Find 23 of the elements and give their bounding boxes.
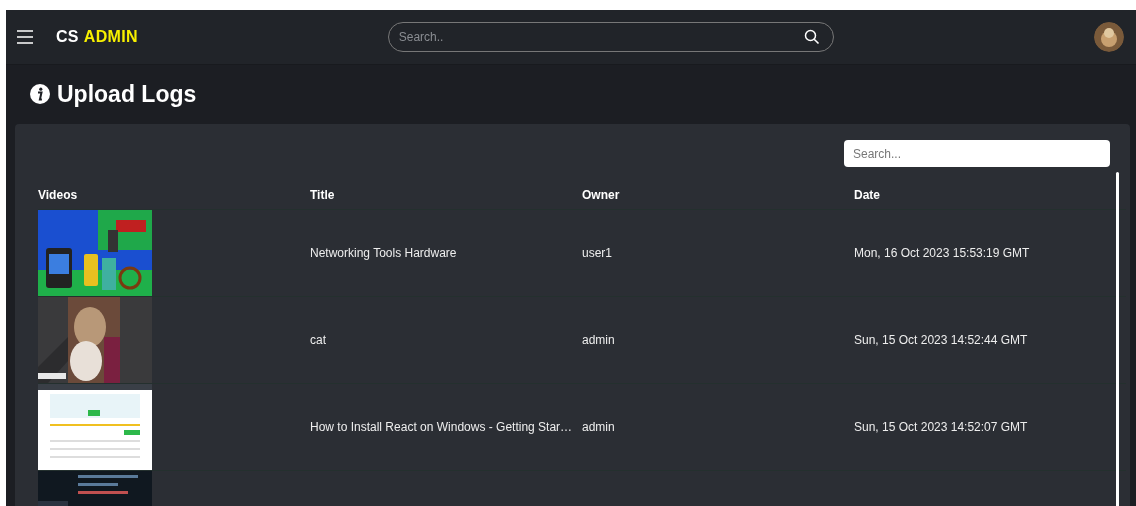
scrollbar[interactable] (1116, 172, 1119, 506)
menu-icon[interactable] (16, 30, 34, 44)
brand-accent[interactable]: ADMIN (83, 28, 138, 46)
column-header: Date (854, 188, 880, 202)
column-header: Owner (582, 188, 620, 202)
brand-name[interactable]: CS (56, 28, 79, 46)
owner-name: admin (582, 420, 615, 434)
table-search-field[interactable]: Search... (844, 140, 1110, 167)
column-header: Title (310, 188, 335, 202)
upload-date: Sun, 15 Oct 2023 14:52:44 GMT (854, 333, 1028, 347)
video-title: Networking Tools Hardware (310, 246, 457, 260)
video-title: cat (310, 333, 326, 347)
video-title: How to Install React on Windows - Getting Star… (310, 420, 573, 434)
owner-name: admin (582, 333, 615, 347)
search-field[interactable]: Search.. (387, 22, 834, 52)
upload-date: Mon, 16 Oct 2023 15:53:19 GMT (854, 246, 1030, 260)
upload-date: Sun, 15 Oct 2023 14:52:07 GMT (854, 420, 1028, 434)
page-title: Upload Logs (57, 80, 197, 108)
search-icon[interactable] (803, 29, 820, 45)
column-header: Videos (38, 188, 78, 202)
owner-name: user1 (582, 246, 613, 260)
avatar[interactable] (1094, 22, 1124, 52)
info-icon (30, 84, 50, 104)
